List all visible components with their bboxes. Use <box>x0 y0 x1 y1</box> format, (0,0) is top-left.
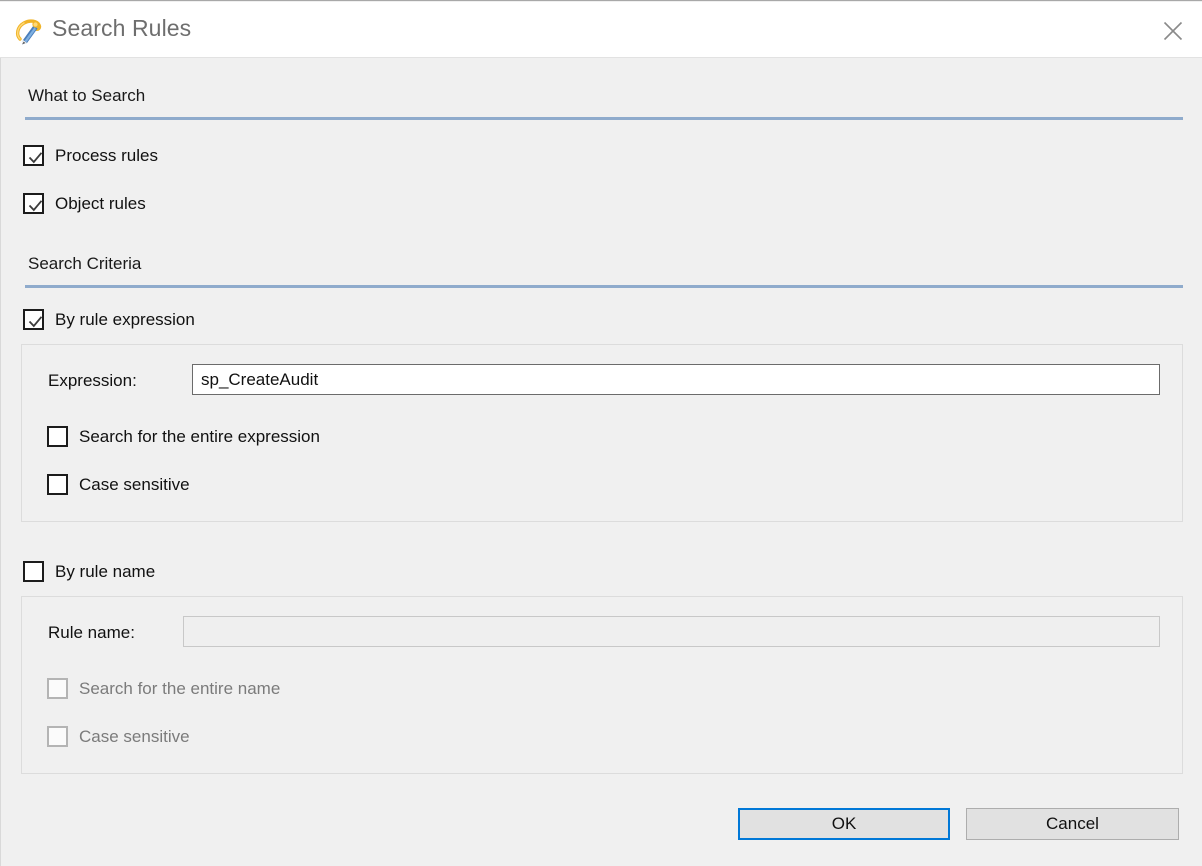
checkbox-by-rule-name[interactable]: By rule name <box>23 561 155 582</box>
close-button[interactable] <box>1144 3 1202 58</box>
check-icon <box>28 152 43 164</box>
checkbox-label: Search for the entire name <box>79 679 281 698</box>
checkbox-box <box>23 193 44 214</box>
checkbox-box <box>23 309 44 330</box>
checkbox-label: By rule name <box>55 562 156 581</box>
checkbox-label: By rule expression <box>55 310 195 329</box>
cancel-button[interactable]: Cancel <box>966 808 1179 840</box>
section-heading-search-criteria: Search Criteria <box>28 254 142 273</box>
checkbox-search-entire-name[interactable]: Search for the entire name <box>47 678 280 699</box>
checkbox-box <box>23 561 44 582</box>
checkbox-label: Case sensitive <box>79 727 190 746</box>
search-rules-dialog: Search Rules What to Search Process rule… <box>0 0 1202 866</box>
section-divider-what-to-search <box>25 117 1183 120</box>
checkbox-box <box>23 145 44 166</box>
checkbox-search-entire-expression[interactable]: Search for the entire expression <box>47 426 320 447</box>
checkbox-by-rule-expression[interactable]: By rule expression <box>23 309 195 330</box>
expression-input[interactable] <box>192 364 1160 395</box>
rule-name-field-label: Rule name: <box>48 623 135 642</box>
section-divider-search-criteria <box>25 285 1183 288</box>
title-bar: Search Rules <box>0 2 1202 58</box>
checkbox-case-sensitive-expression[interactable]: Case sensitive <box>47 474 190 495</box>
expression-field-label: Expression: <box>48 371 137 390</box>
checkbox-box <box>47 678 68 699</box>
check-icon <box>28 316 43 328</box>
checkbox-object-rules[interactable]: Object rules <box>23 193 146 214</box>
window-title: Search Rules <box>52 15 192 41</box>
checkbox-label: Search for the entire expression <box>79 427 320 446</box>
checkbox-box <box>47 426 68 447</box>
checkbox-case-sensitive-name[interactable]: Case sensitive <box>47 726 190 747</box>
pencil-rules-icon <box>14 16 44 46</box>
dialog-body: What to Search Process rules Object rule… <box>0 58 1202 866</box>
close-icon <box>1162 20 1184 42</box>
rule-name-input[interactable] <box>183 616 1160 647</box>
check-icon <box>28 200 43 212</box>
checkbox-box <box>47 726 68 747</box>
checkbox-label: Object rules <box>55 194 146 213</box>
ok-button[interactable]: OK <box>738 808 950 840</box>
checkbox-label: Case sensitive <box>79 475 190 494</box>
checkbox-box <box>47 474 68 495</box>
checkbox-process-rules[interactable]: Process rules <box>23 145 158 166</box>
section-heading-what-to-search: What to Search <box>28 86 146 105</box>
checkbox-label: Process rules <box>55 146 158 165</box>
